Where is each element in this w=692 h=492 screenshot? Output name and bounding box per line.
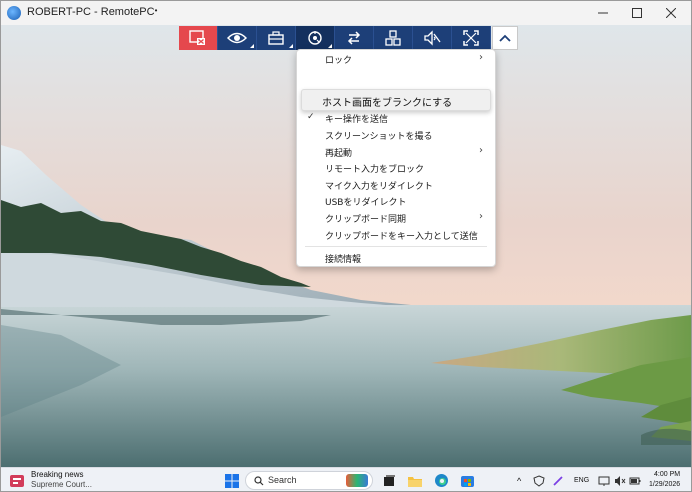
tray-network-button[interactable] (597, 471, 611, 490)
edge-browser-button[interactable] (431, 471, 451, 490)
menu-separator (305, 246, 487, 247)
title-bar[interactable]: ROBERT-PC - RemotePC• (1, 1, 691, 25)
taskbar-search[interactable]: Search (245, 471, 373, 490)
menu-item-blank-host-screen[interactable]: ホスト画面をブランクにする (301, 89, 491, 111)
menu-item-redirect-usb[interactable]: USBをリダイレクト (297, 193, 495, 209)
sound-button[interactable] (413, 26, 452, 50)
news-icon (10, 474, 24, 487)
menu-item-lock[interactable]: ロック › (297, 51, 495, 67)
transfer-button[interactable] (335, 26, 374, 50)
menu-item-label: スクリーンショットを撮る (325, 132, 433, 142)
folder-icon (408, 476, 422, 487)
disconnect-icon (189, 30, 205, 45)
transfer-arrows-icon (347, 31, 361, 45)
view-dropdown-caret (250, 44, 254, 48)
eye-icon (227, 32, 247, 44)
pen-icon (553, 475, 563, 486)
submenu-arrow-icon: › (479, 211, 483, 222)
task-view-icon (384, 474, 395, 486)
news-title[interactable]: Breaking news (31, 470, 83, 479)
menu-item-label: クリップボードをキー入力として送信 (325, 232, 478, 242)
clock-time[interactable]: 4:00 PM (654, 471, 680, 478)
menu-item-screenshot[interactable]: スクリーンショットを撮る (297, 127, 495, 143)
search-icon (254, 476, 264, 486)
remote-desktop-view[interactable]: ロック › ✓ キー操作を送信 スクリーンショットを撮る 再起動 › リモート入… (1, 25, 691, 467)
actions-menu: ロック › ✓ キー操作を送信 スクリーンショットを撮る 再起動 › リモート入… (296, 49, 496, 267)
menu-item-label: リモート入力をブロック (325, 165, 425, 175)
tools-button[interactable] (257, 26, 296, 50)
remote-toolbar (179, 26, 518, 50)
menu-item-send-keys[interactable]: ✓ キー操作を送信 (297, 110, 495, 126)
actions-button[interactable] (296, 26, 335, 50)
news-widget[interactable] (7, 471, 27, 490)
close-button[interactable] (649, 1, 691, 25)
apps-grid-icon (385, 30, 401, 46)
menu-item-label: マイク入力をリダイレクト (325, 182, 433, 192)
fullscreen-icon (463, 30, 479, 46)
taskbar: Breaking news Supreme Court... Search ^ … (1, 467, 691, 491)
store-icon (460, 476, 474, 487)
speaker-mute-icon (424, 30, 441, 46)
submenu-arrow-icon: › (479, 145, 483, 156)
clock-date[interactable]: 1/29/2026 (649, 481, 680, 488)
menu-item-label: ロック (325, 56, 353, 66)
check-icon: ✓ (307, 112, 315, 122)
menu-item-restart[interactable]: 再起動 › (297, 144, 495, 160)
end-session-button[interactable] (179, 26, 218, 50)
menu-item-label: USBをリダイレクト (325, 198, 407, 208)
file-explorer-button[interactable] (405, 471, 425, 490)
remotepc-window: ROBERT-PC - RemotePC• ロック › ✓ キー操作を送信 スク… (0, 0, 692, 492)
tray-pen-button[interactable] (551, 471, 565, 490)
tray-battery-button[interactable] (628, 471, 642, 490)
window-title: ROBERT-PC - RemotePC• (27, 6, 158, 18)
task-view-button[interactable] (379, 471, 399, 490)
minimize-icon (598, 12, 608, 14)
battery-icon (629, 477, 641, 484)
search-highlight-icon (346, 474, 368, 487)
menu-item-clipboard-sync[interactable]: クリップボード同期 › (297, 210, 495, 226)
menu-item-label: クリップボード同期 (325, 215, 407, 225)
store-app-button[interactable] (457, 471, 477, 490)
remotepc-app-icon (7, 6, 21, 20)
apps-button[interactable] (374, 26, 413, 50)
search-placeholder: Search (268, 475, 297, 485)
shield-icon (533, 474, 545, 487)
chevron-up-icon (499, 34, 511, 42)
menu-item-block-input[interactable]: リモート入力をブロック (297, 160, 495, 176)
language-indicator[interactable]: ENG (574, 477, 589, 484)
windows-logo-icon (225, 473, 239, 488)
tools-dropdown-caret (289, 44, 293, 48)
actions-dropdown-caret (328, 44, 332, 48)
menu-item-clipboard-as-keys[interactable]: クリップボードをキー入力として送信 (297, 227, 495, 243)
maximize-icon (632, 8, 642, 18)
start-button[interactable] (223, 471, 241, 490)
news-subtitle[interactable]: Supreme Court... (31, 480, 92, 489)
tray-overflow-button[interactable]: ^ (517, 476, 521, 486)
menu-item-redirect-mic[interactable]: マイク入力をリダイレクト (297, 177, 495, 193)
submenu-arrow-icon: › (479, 52, 483, 63)
menu-item-label: キー操作を送信 (325, 115, 389, 125)
volume-muted-icon (615, 475, 626, 486)
edge-icon (434, 474, 448, 487)
fullscreen-button[interactable] (452, 26, 491, 50)
tray-volume-button[interactable] (613, 471, 627, 490)
close-icon (666, 8, 676, 18)
toolbox-icon (268, 31, 284, 45)
view-button[interactable] (218, 26, 257, 50)
tray-shield-button[interactable] (532, 471, 546, 490)
settings-icon (308, 31, 322, 45)
collapse-toolbar-button[interactable] (492, 26, 518, 50)
menu-item-label: 接続情報 (325, 255, 362, 265)
menu-item-connection-info[interactable]: 接続情報 (297, 250, 495, 266)
display-icon (598, 476, 610, 486)
menu-item-label: 再起動 (325, 149, 353, 159)
